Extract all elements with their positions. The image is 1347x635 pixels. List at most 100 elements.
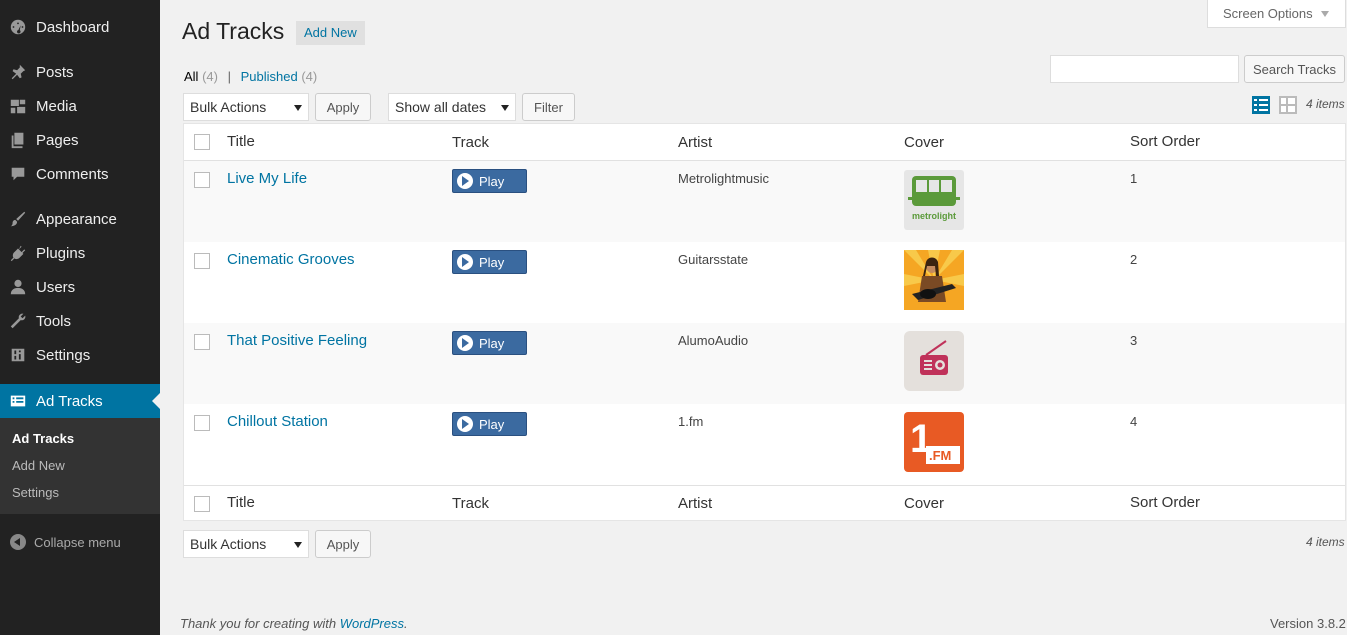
footer-thanks-text: Thank you for creating with — [180, 616, 340, 631]
play-button[interactable]: Play — [452, 331, 527, 355]
table-header-row: Title Track Artist Cover Sort Order — [184, 124, 1345, 160]
screen-options-label: Screen Options — [1223, 6, 1313, 21]
apply-button-bottom[interactable]: Apply — [315, 530, 371, 558]
play-label: Play — [479, 335, 505, 351]
track-title-link[interactable]: Cinematic Grooves — [227, 251, 355, 268]
brush-icon — [8, 209, 28, 229]
track-title-link[interactable]: Live My Life — [227, 170, 307, 187]
select-all-checkbox-bottom[interactable] — [194, 496, 210, 512]
row-checkbox[interactable] — [194, 253, 210, 269]
footer-thanks: Thank you for creating with WordPress. — [180, 616, 408, 631]
artist-name: Guitarsstate — [678, 252, 749, 267]
play-label: Play — [479, 416, 505, 432]
sidebar-item-users[interactable]: Users — [0, 270, 160, 304]
column-footer-title[interactable]: Title — [227, 494, 255, 511]
column-footer-cover: Cover — [904, 495, 945, 512]
list-icon — [8, 391, 28, 411]
items-count-bottom: 4 items — [1306, 535, 1345, 549]
dashboard-icon — [8, 17, 28, 37]
sidebar-item-pages[interactable]: Pages — [0, 123, 160, 157]
sidebar-item-posts[interactable]: Posts — [0, 55, 160, 89]
track-title-link[interactable]: That Positive Feeling — [227, 332, 367, 349]
column-header-cover: Cover — [904, 134, 945, 151]
cover-text: metrolight — [912, 211, 956, 221]
sort-order-value: 1 — [1130, 171, 1138, 186]
search-input[interactable] — [1050, 55, 1239, 83]
submenu: Ad Tracks Add New Settings — [0, 418, 160, 514]
column-header-title[interactable]: Title — [227, 133, 255, 150]
play-icon — [457, 416, 473, 432]
sidebar-item-plugins[interactable]: Plugins — [0, 236, 160, 270]
list-view-icon[interactable] — [1252, 96, 1270, 114]
row-checkbox[interactable] — [194, 172, 210, 188]
table-row: That Positive Feeling Play AlumoAudio 3 — [184, 323, 1345, 404]
footer-period: . — [404, 616, 408, 631]
tracks-table: Title Track Artist Cover Sort Order Live… — [183, 123, 1346, 521]
row-checkbox[interactable] — [194, 334, 210, 350]
collapse-menu-label: Collapse menu — [34, 534, 121, 550]
date-filter-select[interactable]: Show all dates — [388, 93, 516, 121]
sidebar-item-tools[interactable]: Tools — [0, 304, 160, 338]
row-checkbox[interactable] — [194, 415, 210, 431]
artist-name: Metrolightmusic — [678, 171, 770, 186]
add-new-button[interactable]: Add New — [296, 21, 365, 45]
column-footer-sort-order[interactable]: Sort Order — [1130, 494, 1200, 511]
search-tracks-button[interactable]: Search Tracks — [1244, 55, 1345, 83]
play-icon — [457, 173, 473, 189]
filter-all[interactable]: All — [184, 69, 198, 84]
sidebar-item-media[interactable]: Media — [0, 89, 160, 123]
submenu-ad-tracks[interactable]: Ad Tracks — [12, 431, 74, 446]
filter-separator: | — [227, 69, 231, 84]
status-filter-links: All (4) | Published (4) — [184, 69, 317, 84]
track-title-link[interactable]: Chillout Station — [227, 413, 328, 430]
play-icon — [457, 254, 473, 270]
play-button[interactable]: Play — [452, 412, 527, 436]
bulk-actions-select-top[interactable]: Bulk Actions — [183, 93, 309, 121]
collapse-menu-button[interactable]: Collapse menu — [0, 530, 160, 554]
column-header-artist: Artist — [678, 134, 713, 151]
submenu-add-new[interactable]: Add New — [12, 458, 65, 473]
excerpt-view-icon[interactable] — [1279, 96, 1297, 114]
play-button[interactable]: Play — [452, 169, 527, 193]
column-header-track: Track — [452, 134, 489, 151]
wrench-icon — [8, 311, 28, 331]
cover-image-1fm: 1 .FM — [904, 412, 964, 472]
play-icon — [457, 335, 473, 351]
play-label: Play — [479, 254, 505, 270]
sidebar-item-settings[interactable]: Settings — [0, 338, 160, 372]
sidebar-item-label: Comments — [36, 165, 109, 183]
select-all-checkbox[interactable] — [194, 134, 210, 150]
column-footer-artist: Artist — [678, 495, 713, 512]
sidebar-item-label: Ad Tracks — [36, 392, 103, 410]
sidebar-item-dashboard[interactable]: Dashboard — [0, 10, 160, 44]
apply-button-top[interactable]: Apply — [315, 93, 371, 121]
sidebar-item-label: Pages — [36, 131, 79, 149]
bulk-actions-select-bottom[interactable]: Bulk Actions — [183, 530, 309, 558]
sidebar-item-label: Plugins — [36, 244, 86, 262]
sidebar-item-label: Users — [36, 278, 76, 296]
play-button[interactable]: Play — [452, 250, 527, 274]
wordpress-link[interactable]: WordPress — [340, 616, 404, 631]
table-footer-row: Title Track Artist Cover Sort Order — [184, 486, 1345, 520]
filter-button[interactable]: Filter — [522, 93, 575, 121]
footer-version: Version 3.8.2 — [1270, 616, 1346, 631]
sidebar-item-ad-tracks[interactable]: Ad Tracks — [0, 384, 160, 418]
sidebar-item-appearance[interactable]: Appearance — [0, 202, 160, 236]
screen-options-button[interactable]: Screen Options — [1207, 0, 1346, 28]
sidebar-item-label: Media — [36, 97, 77, 115]
bulk-actions-value: Bulk Actions — [190, 99, 267, 115]
settings-icon — [8, 345, 28, 365]
sidebar-item-label: Dashboard — [36, 18, 110, 36]
dropdown-arrow-icon — [294, 105, 302, 111]
sidebar-item-label: Tools — [36, 312, 72, 330]
submenu-settings[interactable]: Settings — [12, 485, 59, 500]
cover-image-metrolight: metrolight — [904, 170, 964, 230]
sort-order-value: 4 — [1130, 414, 1138, 429]
sidebar-item-comments[interactable]: Comments — [0, 157, 160, 191]
column-header-sort-order[interactable]: Sort Order — [1130, 133, 1200, 150]
filter-all-count: (4) — [202, 69, 218, 84]
filter-published[interactable]: Published — [241, 69, 298, 84]
user-icon — [8, 277, 28, 297]
cover-image-radio — [904, 331, 964, 391]
items-count-top: 4 items — [1306, 97, 1345, 111]
